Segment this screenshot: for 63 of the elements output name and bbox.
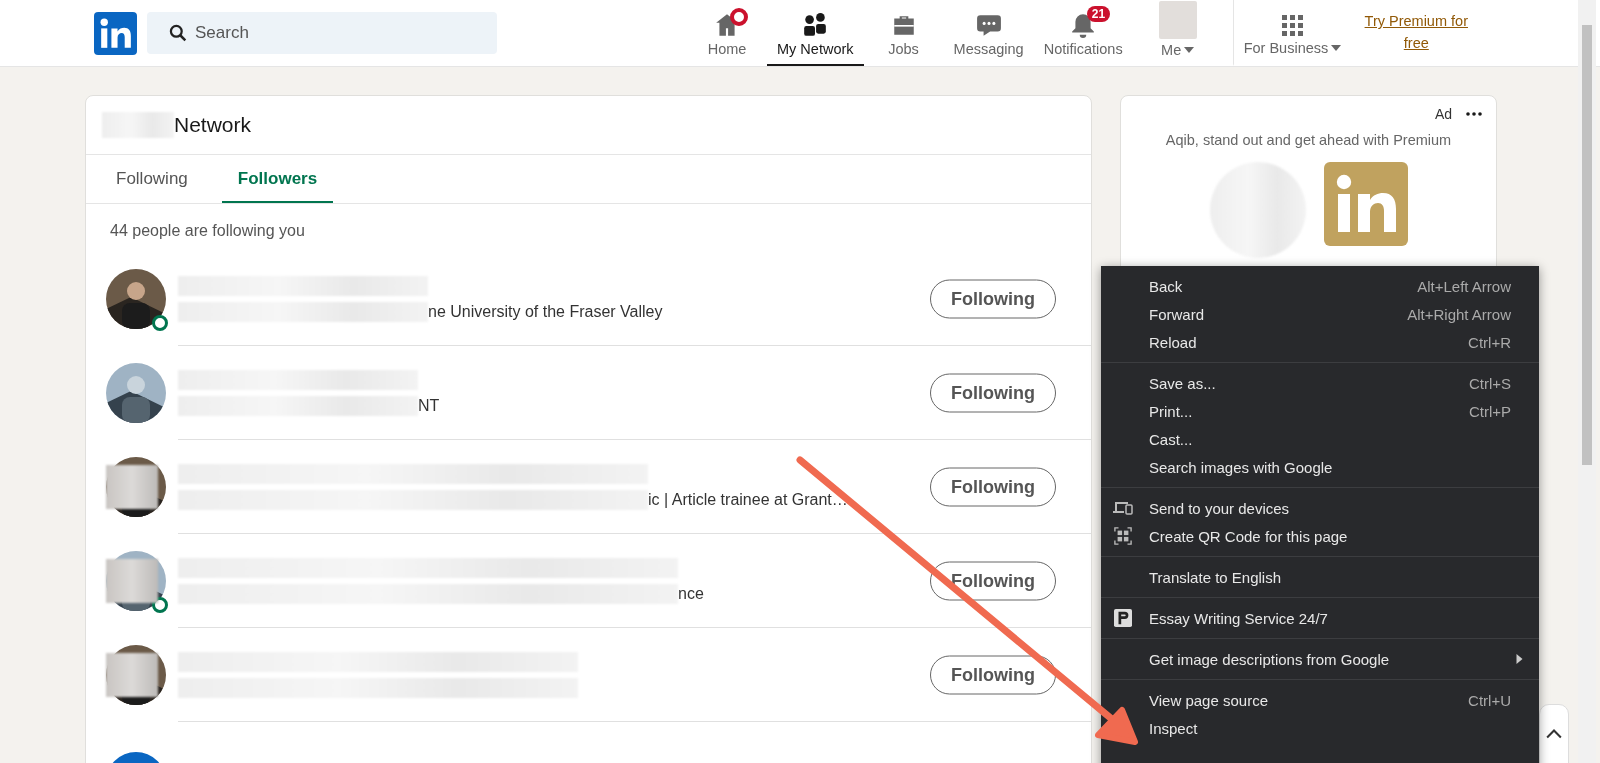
ad-label: Ad bbox=[1434, 106, 1452, 122]
keyboard-shortcut: Ctrl+S bbox=[1468, 374, 1511, 392]
member-headline: nce bbox=[678, 584, 704, 603]
menu-item[interactable]: Save as... Ctrl+S bbox=[1149, 369, 1511, 397]
notification-count: 21 bbox=[1086, 5, 1111, 22]
following-button[interactable]: Following bbox=[930, 467, 1056, 507]
nav-item[interactable]: My Network bbox=[767, 0, 864, 66]
logo-icon bbox=[1323, 162, 1408, 246]
scroll-up-button[interactable] bbox=[1539, 704, 1569, 763]
menu-item[interactable]: Reload Ctrl+R bbox=[1149, 328, 1511, 356]
member-headline: ic | Article trainee at Grant… bbox=[648, 490, 848, 509]
keyboard-shortcut: Ctrl+P bbox=[1468, 402, 1511, 420]
extension-icon bbox=[1113, 609, 1133, 627]
chevron-up-icon bbox=[1546, 729, 1562, 739]
keyboard-shortcut: Ctrl+R bbox=[1468, 333, 1511, 351]
me-menu-button[interactable]: Me bbox=[1132, 0, 1223, 66]
menu-item[interactable]: Essay Writing Service 24/7 bbox=[1149, 604, 1511, 632]
card-title: Network bbox=[174, 113, 252, 137]
search-field[interactable]: Search bbox=[147, 12, 497, 54]
ad-text: Aqib, stand out and get ahead with Premium bbox=[1164, 132, 1453, 148]
menu-item[interactable]: Create QR Code for this page bbox=[1149, 522, 1511, 550]
nav-item[interactable]: Home bbox=[687, 0, 767, 66]
menu-item[interactable]: View page source Ctrl+U bbox=[1149, 686, 1511, 714]
keyboard-shortcut: Alt+Right Arrow bbox=[1407, 305, 1511, 323]
keyboard-shortcut: Alt+Left Arrow bbox=[1417, 277, 1511, 295]
caret-icon bbox=[1331, 44, 1342, 51]
caret-icon bbox=[1184, 46, 1195, 53]
blurred-image bbox=[106, 653, 158, 697]
menu-item[interactable]: Get image descriptions from Google bbox=[1149, 645, 1511, 673]
logo-icon[interactable] bbox=[94, 11, 137, 55]
tab[interactable]: Followers bbox=[221, 155, 334, 203]
keyboard-shortcut: Ctrl+U bbox=[1468, 691, 1511, 709]
menu-item[interactable]: Forward Alt+Right Arrow bbox=[1149, 300, 1511, 328]
for-business-button[interactable]: For Business bbox=[1232, 0, 1352, 66]
nav-item[interactable]: Messaging bbox=[943, 0, 1034, 66]
for-business-label: For Business bbox=[1243, 39, 1329, 56]
premium-link[interactable]: Try Premium for free bbox=[1356, 11, 1477, 55]
nav-item[interactable]: 21 Notifications bbox=[1033, 0, 1133, 66]
member-headline: ne University of the Fraser Valley bbox=[428, 302, 663, 321]
following-button[interactable]: Following bbox=[930, 373, 1056, 413]
menu-item[interactable]: Search images with Google bbox=[1149, 453, 1511, 481]
me-label: Me bbox=[1161, 41, 1182, 58]
menu-item[interactable]: Send to your devices bbox=[1149, 494, 1511, 522]
member-headline: NT bbox=[418, 396, 440, 415]
qr-code-icon bbox=[1113, 527, 1133, 545]
more-icon[interactable] bbox=[1466, 112, 1482, 116]
following-button[interactable]: Following bbox=[930, 561, 1056, 601]
menu-item[interactable]: Cast... bbox=[1149, 425, 1511, 453]
menu-item[interactable]: Inspect bbox=[1149, 714, 1511, 742]
devices-icon bbox=[1113, 499, 1133, 517]
follower-count: 44 people are following you bbox=[110, 222, 306, 240]
grid-icon bbox=[1280, 12, 1305, 37]
menu-item[interactable]: Back Alt+Left Arrow bbox=[1149, 272, 1511, 300]
blurred-image bbox=[106, 465, 158, 509]
people-icon bbox=[802, 11, 829, 38]
tab[interactable]: Following bbox=[100, 155, 204, 203]
menu-item[interactable]: Translate to English bbox=[1149, 563, 1511, 591]
nav-item[interactable]: Jobs bbox=[863, 0, 944, 66]
blurred-image bbox=[106, 559, 158, 603]
following-button[interactable]: Following bbox=[930, 279, 1056, 319]
search-icon bbox=[169, 24, 187, 42]
menu-item[interactable]: Print... Ctrl+P bbox=[1149, 397, 1511, 425]
following-button[interactable]: Following bbox=[930, 655, 1056, 695]
